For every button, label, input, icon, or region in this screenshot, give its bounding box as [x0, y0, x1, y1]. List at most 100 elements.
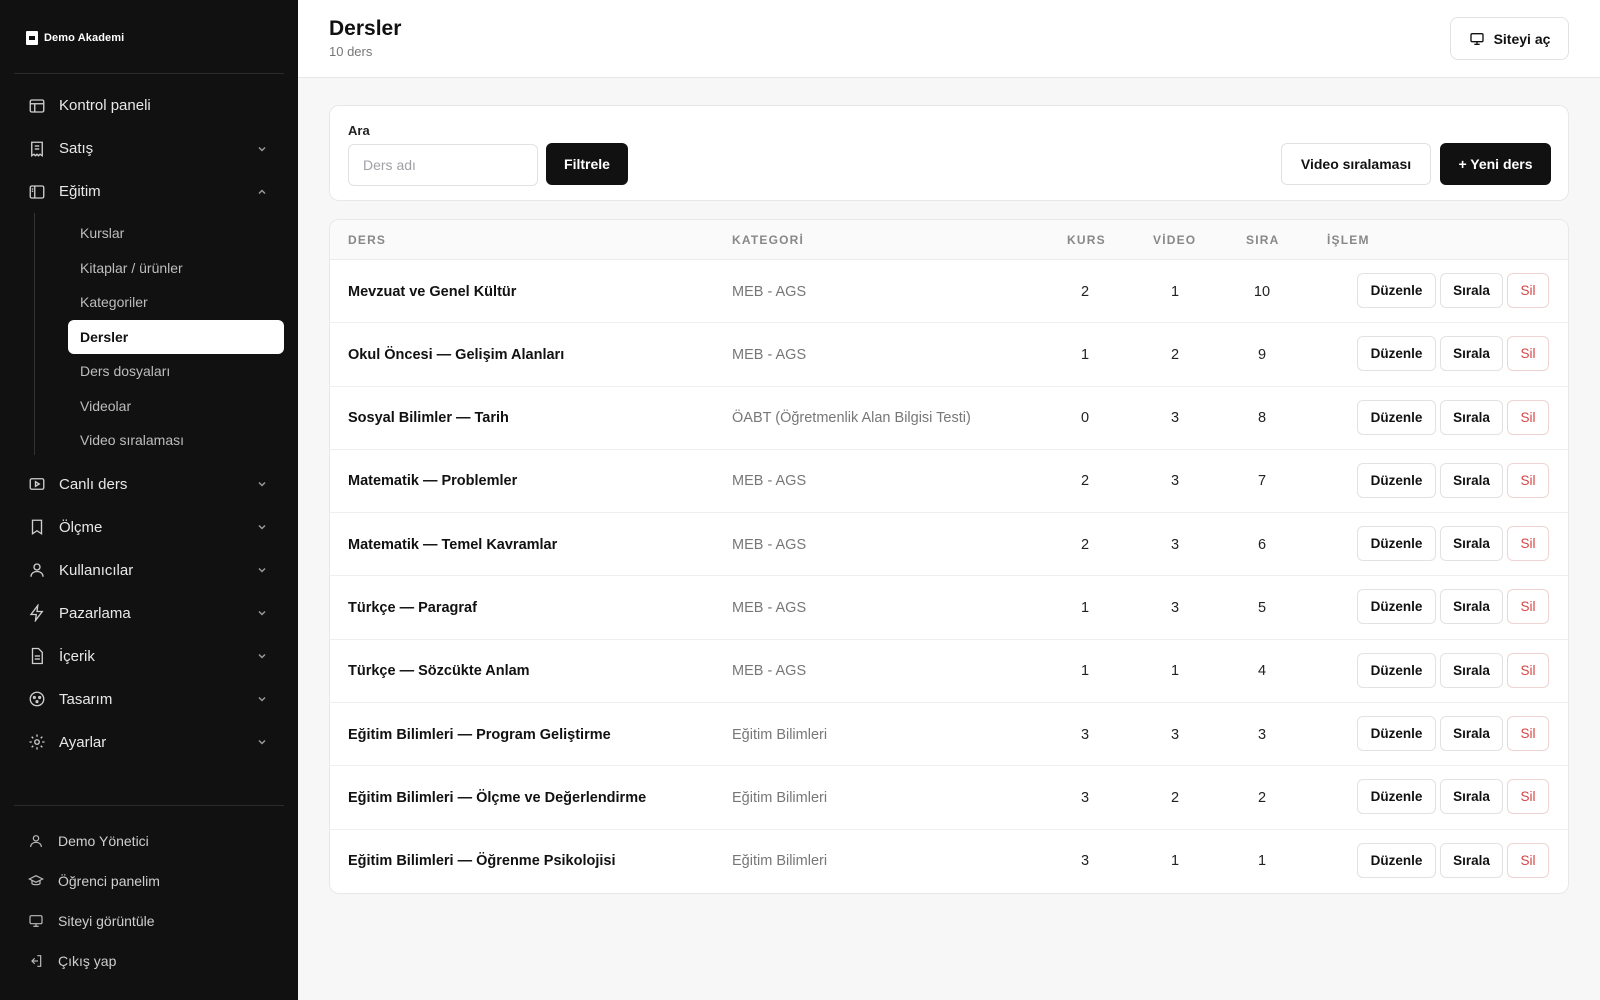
- edit-button[interactable]: Düzenle: [1357, 589, 1436, 625]
- edit-button[interactable]: Düzenle: [1357, 842, 1436, 878]
- sidebar-subitem-videolar[interactable]: Videolar: [68, 389, 284, 424]
- order-button[interactable]: Sırala: [1440, 652, 1503, 688]
- column-header-kategori: KATEGORİ: [732, 233, 805, 247]
- edit-button[interactable]: Düzenle: [1357, 779, 1436, 815]
- sidebar-subitem-video-siralamasi[interactable]: Video sıralaması: [68, 423, 284, 458]
- sidebar-item-tasarim[interactable]: Tasarım: [14, 678, 284, 721]
- sidebar-subitem-kitaplar[interactable]: Kitaplar / ürünler: [68, 251, 284, 286]
- sidebar-subitem-dersler[interactable]: Dersler: [68, 319, 284, 354]
- order-button[interactable]: Sırala: [1440, 842, 1503, 878]
- sidebar-item-siteyi-goruntule[interactable]: Siteyi görüntüle: [14, 901, 284, 941]
- lesson-order: 5: [1257, 599, 1267, 616]
- edit-button[interactable]: Düzenle: [1357, 526, 1436, 562]
- delete-button[interactable]: Sil: [1507, 716, 1549, 752]
- edit-button[interactable]: Düzenle: [1357, 716, 1436, 752]
- sidebar-subitem-kategoriler[interactable]: Kategoriler: [68, 285, 284, 320]
- row-actions: Düzenle Sırala Sil: [1357, 273, 1549, 308]
- sidebar-item-cikis-yap[interactable]: Çıkış yap: [14, 941, 284, 981]
- sidebar-item-kontrol-paneli[interactable]: Kontrol paneli: [14, 84, 284, 127]
- column-header-sira: SIRA: [1246, 233, 1280, 247]
- search-input[interactable]: [348, 144, 538, 186]
- sidebar-item-icerik[interactable]: İçerik: [14, 635, 284, 678]
- order-button[interactable]: Sırala: [1440, 273, 1503, 308]
- table-row: Sosyal Bilimler — Tarih ÖABT (Öğretmenlik…: [330, 387, 1568, 450]
- chevron-down-icon: [256, 564, 268, 576]
- sidebar-item-label: Eğitim: [59, 183, 101, 200]
- sidebar-item-egitim[interactable]: Eğitim: [14, 170, 284, 213]
- delete-button[interactable]: Sil: [1507, 399, 1549, 435]
- lesson-order: 2: [1257, 789, 1267, 806]
- open-site-button[interactable]: Siteyi aç: [1450, 17, 1569, 60]
- row-actions: Düzenle Sırala Sil: [1357, 526, 1549, 562]
- lesson-category: Eğitim Bilimleri: [732, 853, 828, 870]
- table-row: Türkçe — Sözcükte Anlam MEB - AGS 1 1 4 Düzen…: [330, 640, 1568, 704]
- table-row: Mevzuat ve Genel Kültür MEB - AGS 2 1 10 Düze…: [330, 260, 1568, 324]
- order-button[interactable]: Sırala: [1440, 462, 1503, 498]
- delete-button[interactable]: Sil: [1507, 842, 1549, 878]
- order-button[interactable]: Sırala: [1440, 399, 1503, 435]
- row-actions: Düzenle Sırala Sil: [1357, 652, 1549, 688]
- sidebar-item-demo-yonetici[interactable]: Demo Yönetici: [14, 821, 284, 861]
- bolt-icon: [28, 604, 46, 622]
- sidebar-item-label: Siteyi görüntüle: [58, 913, 155, 929]
- edit-button[interactable]: Düzenle: [1357, 399, 1436, 435]
- brand[interactable]: Demo Akademi: [26, 31, 124, 45]
- delete-button[interactable]: Sil: [1507, 526, 1549, 562]
- edit-button[interactable]: Düzenle: [1357, 336, 1436, 372]
- delete-button[interactable]: Sil: [1507, 336, 1549, 372]
- row-actions: Düzenle Sırala Sil: [1357, 842, 1549, 878]
- lesson-name: Eğitim Bilimleri — Öğrenme Psikolojisi: [348, 853, 616, 870]
- lesson-category: ÖABT (Öğretmenlik Alan Bilgisi Testi): [732, 410, 971, 427]
- dashboard-icon: [28, 97, 46, 115]
- sidebar-subitem-kurslar[interactable]: Kurslar: [68, 216, 284, 251]
- filter-button[interactable]: Filtrele: [546, 143, 628, 185]
- lesson-course-count: 1: [1080, 599, 1090, 616]
- lesson-order: 8: [1257, 410, 1267, 427]
- sidebar-item-ayarlar[interactable]: Ayarlar: [14, 721, 284, 764]
- delete-button[interactable]: Sil: [1507, 273, 1549, 308]
- bookmark-icon: [28, 518, 46, 536]
- sidebar-item-canli-ders[interactable]: Canlı ders: [14, 463, 284, 506]
- sidebar-item-satis[interactable]: Satış: [14, 127, 284, 170]
- delete-button[interactable]: Sil: [1507, 652, 1549, 688]
- edit-button[interactable]: Düzenle: [1357, 273, 1436, 308]
- chevron-down-icon: [256, 736, 268, 748]
- order-button[interactable]: Sırala: [1440, 779, 1503, 815]
- sidebar-item-olcme[interactable]: Ölçme: [14, 506, 284, 549]
- lesson-video-count: 3: [1170, 599, 1180, 616]
- order-button[interactable]: Sırala: [1440, 716, 1503, 752]
- video-order-button[interactable]: Video sıralaması: [1281, 143, 1431, 185]
- lesson-order: 4: [1257, 663, 1267, 680]
- edit-button[interactable]: Düzenle: [1357, 462, 1436, 498]
- chevron-down-icon: [256, 693, 268, 705]
- file-icon: [28, 647, 46, 665]
- delete-button[interactable]: Sil: [1507, 779, 1549, 815]
- order-button[interactable]: Sırala: [1440, 526, 1503, 562]
- sidebar-item-kullanicilar[interactable]: Kullanıcılar: [14, 549, 284, 592]
- user-icon: [28, 833, 44, 849]
- open-site-label: Siteyi aç: [1493, 30, 1551, 47]
- table-row: Matematik — Problemler MEB - AGS 2 3 7 Düzenl…: [330, 450, 1568, 514]
- lesson-order: 3: [1257, 726, 1267, 743]
- monitor-icon: [28, 913, 44, 929]
- table-row: Matematik — Temel Kavramlar MEB - AGS 2 3 6 D…: [330, 513, 1568, 577]
- sidebar-item-ogrenci-panelim[interactable]: Öğrenci panelim: [14, 861, 284, 901]
- delete-button[interactable]: Sil: [1507, 462, 1549, 498]
- delete-button[interactable]: Sil: [1507, 589, 1549, 625]
- table-row: Türkçe — Paragraf MEB - AGS 1 3 5 Düzenle Sıra…: [330, 576, 1568, 640]
- sidebar-subitem-ders-dosyalari[interactable]: Ders dosyaları: [68, 354, 284, 389]
- lesson-video-count: 1: [1170, 853, 1180, 870]
- sidebar-item-pazarlama[interactable]: Pazarlama: [14, 592, 284, 635]
- edit-button[interactable]: Düzenle: [1357, 652, 1436, 688]
- sidebar-item-label: Tasarım: [59, 690, 113, 708]
- lesson-video-count: 1: [1170, 663, 1180, 680]
- row-actions: Düzenle Sırala Sil: [1357, 589, 1549, 625]
- lesson-category: MEB - AGS: [732, 663, 807, 680]
- order-button[interactable]: Sırala: [1440, 336, 1503, 372]
- sidebar-item-label: Demo Yönetici: [58, 833, 149, 849]
- chevron-down-icon: [256, 607, 268, 619]
- sidebar-divider: [14, 73, 284, 74]
- new-lesson-button[interactable]: + Yeni ders: [1440, 143, 1551, 185]
- order-button[interactable]: Sırala: [1440, 589, 1503, 625]
- lesson-order: 1: [1257, 853, 1267, 870]
